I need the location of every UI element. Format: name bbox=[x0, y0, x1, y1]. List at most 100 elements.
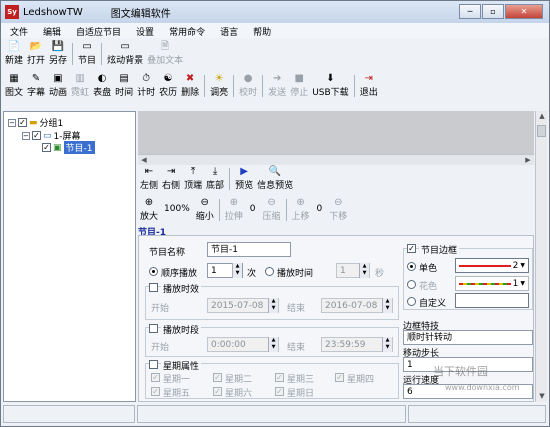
end-date-spinner[interactable]: ▲ ▼ bbox=[382, 298, 392, 313]
move-down-button[interactable]: ⊖ 下移 bbox=[329, 197, 347, 222]
move-up-button[interactable]: ⊕ 上移 bbox=[292, 197, 310, 222]
open-button[interactable]: 📂 打开 bbox=[27, 41, 45, 67]
program-tree: − ✓ ▬ 分组1 − ✓ ▭ 1-屏幕 ✓ ▣ 节目-1 bbox=[3, 111, 136, 402]
align-top-button[interactable]: ⤒ 顶端 bbox=[184, 166, 202, 194]
single-color-radio[interactable] bbox=[407, 262, 416, 271]
program-name-input[interactable]: 节目-1 bbox=[207, 242, 291, 257]
validity-checkbox[interactable] bbox=[149, 283, 158, 292]
menu-settings[interactable]: 设置 bbox=[127, 23, 160, 38]
menu-language[interactable]: 语言 bbox=[211, 23, 244, 38]
menu-file[interactable]: 文件 bbox=[1, 23, 34, 38]
lunar-button[interactable]: ☯ 农历 bbox=[159, 73, 177, 99]
zoom-out-button[interactable]: ⊖ 缩小 bbox=[196, 197, 214, 222]
thursday-checkbox[interactable]: ✓ bbox=[335, 373, 344, 382]
scroll-down-icon[interactable]: ▼ bbox=[536, 391, 548, 402]
title-bar[interactable]: Sy LedshowTW 图文编辑软件 ─ ▫ ✕ bbox=[1, 1, 549, 23]
usb-download-button[interactable]: ⬇ USB下载 bbox=[312, 73, 348, 99]
time-label: 时间 bbox=[115, 88, 134, 98]
save-as-button[interactable]: 💾 另存 bbox=[49, 41, 67, 67]
period-checkbox[interactable] bbox=[149, 324, 158, 333]
custom-color-select[interactable] bbox=[455, 293, 529, 308]
scroll-thumb[interactable] bbox=[537, 125, 546, 137]
maximize-button[interactable]: ▫ bbox=[482, 4, 504, 19]
subtitle-button[interactable]: ✎ 字幕 bbox=[27, 73, 45, 99]
horizontal-scrollbar[interactable]: ◀ ▶ bbox=[138, 154, 534, 165]
usb-download-label: USB下载 bbox=[312, 88, 349, 98]
tuesday-checkbox[interactable]: ✓ bbox=[213, 373, 222, 382]
monday-checkbox[interactable]: ✓ bbox=[151, 373, 160, 382]
custom-color-radio[interactable] bbox=[407, 297, 416, 306]
start-date-spinner[interactable]: ▲ ▼ bbox=[268, 298, 278, 313]
close-button[interactable]: ✕ bbox=[505, 4, 543, 19]
weekday-checkbox[interactable] bbox=[149, 360, 158, 369]
program-button[interactable]: ▭ 节目 bbox=[78, 41, 96, 67]
flower-color-radio[interactable] bbox=[407, 280, 416, 289]
animation-icon: ▣ bbox=[53, 73, 63, 84]
stretch-button[interactable]: ⊕ 拉伸 bbox=[225, 197, 243, 222]
group-checkbox[interactable]: ✓ bbox=[18, 118, 27, 127]
scroll-left-icon[interactable]: ◀ bbox=[138, 155, 150, 166]
time-button[interactable]: ▤ 时间 bbox=[115, 73, 133, 99]
saturday-checkbox[interactable]: ✓ bbox=[213, 387, 222, 396]
minimize-button[interactable]: ─ bbox=[459, 4, 481, 19]
neon-button[interactable]: ▥ 霓虹 bbox=[71, 73, 89, 99]
lunar-label: 农历 bbox=[159, 88, 178, 98]
sequential-play-radio[interactable] bbox=[149, 267, 158, 276]
saturday-label: 星期六 bbox=[225, 389, 253, 399]
lunar-icon: ☯ bbox=[163, 73, 173, 84]
border-checkbox[interactable]: ✓ bbox=[407, 244, 416, 253]
timer-button[interactable]: ⏱ 计时 bbox=[137, 73, 155, 99]
compress-button[interactable]: ⊖ 压缩 bbox=[263, 197, 281, 222]
sunday-checkbox[interactable]: ✓ bbox=[275, 387, 284, 396]
play-time-spinner[interactable]: ▲ ▼ bbox=[359, 263, 369, 278]
info-preview-button[interactable]: 🔍 信息预览 bbox=[257, 166, 293, 194]
menu-common-commands[interactable]: 常用命令 bbox=[160, 23, 211, 38]
menu-help[interactable]: 帮助 bbox=[244, 23, 277, 38]
menu-adaptive-program[interactable]: 自适应节目 bbox=[67, 23, 127, 38]
dial-button[interactable]: ◐ 表盘 bbox=[93, 73, 111, 99]
animation-button[interactable]: ▣ 动画 bbox=[49, 73, 67, 99]
zoom-in-button[interactable]: ⊕ 放大 bbox=[140, 197, 158, 222]
scroll-up-icon[interactable]: ▲ bbox=[536, 111, 548, 122]
new-button[interactable]: 📄 新建 bbox=[5, 41, 23, 67]
image-text-button[interactable]: ▦ 图文 bbox=[5, 73, 23, 99]
end-time-spinner[interactable]: ▲ ▼ bbox=[382, 337, 392, 352]
chevron-down-icon: ▼ bbox=[520, 280, 525, 287]
tree-node-group[interactable]: − ✓ ▬ 分组1 bbox=[8, 116, 63, 129]
play-count-spinner[interactable]: ▲ ▼ bbox=[232, 263, 242, 278]
exit-button[interactable]: ⇥ 退出 bbox=[360, 73, 378, 99]
flower-color-select[interactable]: 1 ▼ bbox=[455, 276, 529, 291]
screen-checkbox[interactable]: ✓ bbox=[32, 131, 41, 140]
align-left-button[interactable]: ⇤ 左侧 bbox=[140, 166, 158, 194]
group-label: 分组1 bbox=[39, 119, 64, 129]
stop-button[interactable]: ■ 停止 bbox=[290, 73, 308, 99]
collapse-icon[interactable]: − bbox=[8, 118, 16, 127]
scroll-right-icon[interactable]: ▶ bbox=[522, 155, 534, 166]
single-color-select[interactable]: 2 ▼ bbox=[455, 258, 529, 273]
dynamic-background-button[interactable]: ▭ 炫动背景 bbox=[107, 41, 143, 67]
collapse-icon[interactable]: − bbox=[22, 131, 30, 140]
friday-checkbox[interactable]: ✓ bbox=[151, 387, 160, 396]
delete-button[interactable]: ✖ 删除 bbox=[181, 73, 199, 99]
start-time-spinner[interactable]: ▲ ▼ bbox=[268, 337, 278, 352]
program-checkbox[interactable]: ✓ bbox=[42, 143, 51, 152]
align-top-label: 顶端 bbox=[184, 181, 203, 191]
effect-select[interactable]: 顺时针转动 bbox=[403, 330, 533, 345]
time-sync-button[interactable]: ● 校时 bbox=[239, 73, 257, 99]
arrow-up-icon: ⊕ bbox=[296, 197, 305, 208]
toolbar-separator bbox=[204, 75, 206, 97]
fixed-time-radio[interactable] bbox=[265, 267, 274, 276]
brightness-button[interactable]: ☀ 调亮 bbox=[210, 73, 228, 99]
preview-button[interactable]: ▶ 预览 bbox=[235, 166, 253, 194]
overlay-text-button[interactable]: 🗎 叠加文本 bbox=[147, 41, 183, 67]
align-bottom-button[interactable]: ⤓ 底部 bbox=[206, 166, 224, 194]
align-right-button[interactable]: ⇥ 右侧 bbox=[162, 166, 180, 194]
tree-node-program[interactable]: ✓ ▣ 节目-1 bbox=[42, 141, 95, 154]
watermark-brand: 当下软件园 bbox=[433, 365, 488, 378]
send-button[interactable]: ➔ 发送 bbox=[268, 73, 286, 99]
subtitle-label: 字幕 bbox=[27, 88, 46, 98]
toolbar-separator bbox=[229, 168, 231, 190]
vertical-scrollbar[interactable]: ▲ ▼ bbox=[535, 111, 547, 402]
wednesday-checkbox[interactable]: ✓ bbox=[275, 373, 284, 382]
menu-edit[interactable]: 编辑 bbox=[34, 23, 67, 38]
